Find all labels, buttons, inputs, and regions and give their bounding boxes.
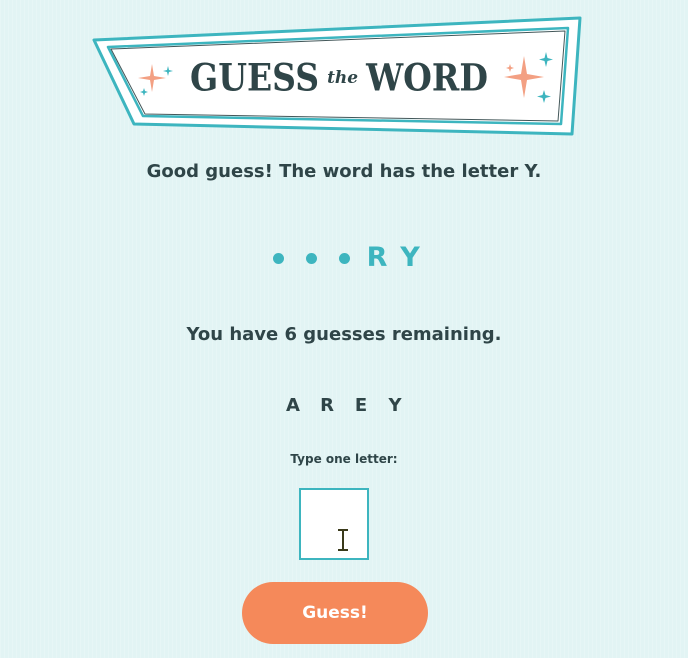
letter-input[interactable] [299, 488, 369, 560]
hidden-letter-dot [272, 253, 284, 264]
title-guess: GUESS [190, 55, 320, 99]
word-display: R Y [0, 238, 688, 278]
sparkle-icon-right [504, 52, 553, 103]
guessed-letter: R [320, 395, 334, 416]
guessed-letter: E [354, 395, 368, 416]
feedback-message: Good guess! The word has the letter Y. [146, 161, 542, 182]
word-slot-1 [262, 238, 295, 278]
guessed-letter: A [286, 395, 300, 416]
word-slot-5: Y [400, 242, 420, 273]
title-banner: GUESS the WORD [86, 14, 586, 138]
hidden-letter-dot [305, 253, 317, 264]
word-slot-4: R [366, 242, 388, 273]
word-slot-3 [328, 238, 361, 278]
guessed-letters: A R E Y [0, 395, 688, 416]
guesses-remaining: You have 6 guesses remaining. [186, 324, 502, 345]
guessed-letter: Y [388, 395, 402, 416]
guess-button[interactable]: Guess! [242, 582, 428, 644]
letter-input-label: Type one letter: [290, 452, 398, 466]
word-slot-2 [295, 238, 328, 278]
title-word: WORD [366, 55, 488, 99]
hidden-letter-dot [338, 253, 350, 264]
title-the: the [327, 68, 359, 88]
